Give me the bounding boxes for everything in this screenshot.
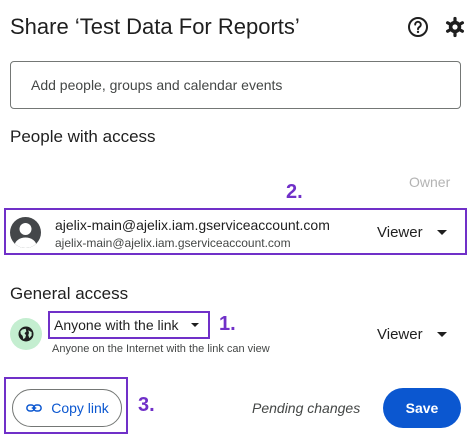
- general-access-dropdown[interactable]: Anyone with the link: [48, 311, 210, 339]
- general-access-role-label: Viewer: [377, 326, 423, 343]
- general-access-role-dropdown[interactable]: Viewer: [377, 326, 447, 343]
- copy-link-button[interactable]: Copy link: [12, 389, 122, 427]
- person-icon: [10, 217, 41, 248]
- copy-link-label: Copy link: [51, 400, 109, 416]
- pending-changes-text: Pending changes: [252, 400, 361, 416]
- link-icon: [26, 404, 43, 412]
- annotation-number-1: 1.: [219, 313, 236, 335]
- caret-down-icon: [436, 332, 447, 337]
- people-with-access-heading: People with access: [10, 127, 156, 146]
- user-row: ajelix-main@ajelix.iam.gserviceaccount.c…: [4, 208, 467, 255]
- gear-icon[interactable]: [444, 16, 466, 38]
- user-email: ajelix-main@ajelix.iam.gserviceaccount.c…: [55, 217, 330, 233]
- general-access-description: Anyone on the Internet with the link can…: [52, 343, 270, 355]
- save-button[interactable]: Save: [383, 388, 461, 428]
- user-role-dropdown[interactable]: Viewer: [377, 224, 447, 241]
- annotation-number-2: 2.: [286, 181, 303, 203]
- owner-label: Owner: [409, 174, 451, 190]
- general-access-heading: General access: [10, 284, 129, 303]
- globe-icon: [10, 318, 42, 350]
- user-subtitle: ajelix-main@ajelix.iam.gserviceaccount.c…: [55, 236, 291, 250]
- general-access-setting: Anyone with the link: [54, 317, 179, 333]
- dialog-title: Share ‘Test Data For Reports’: [10, 14, 300, 39]
- help-circle-icon[interactable]: [407, 16, 429, 38]
- caret-down-icon: [436, 230, 447, 235]
- add-people-input[interactable]: [10, 61, 461, 109]
- annotation-number-3: 3.: [138, 394, 155, 416]
- user-role-label: Viewer: [377, 224, 423, 241]
- caret-down-icon: [190, 323, 199, 327]
